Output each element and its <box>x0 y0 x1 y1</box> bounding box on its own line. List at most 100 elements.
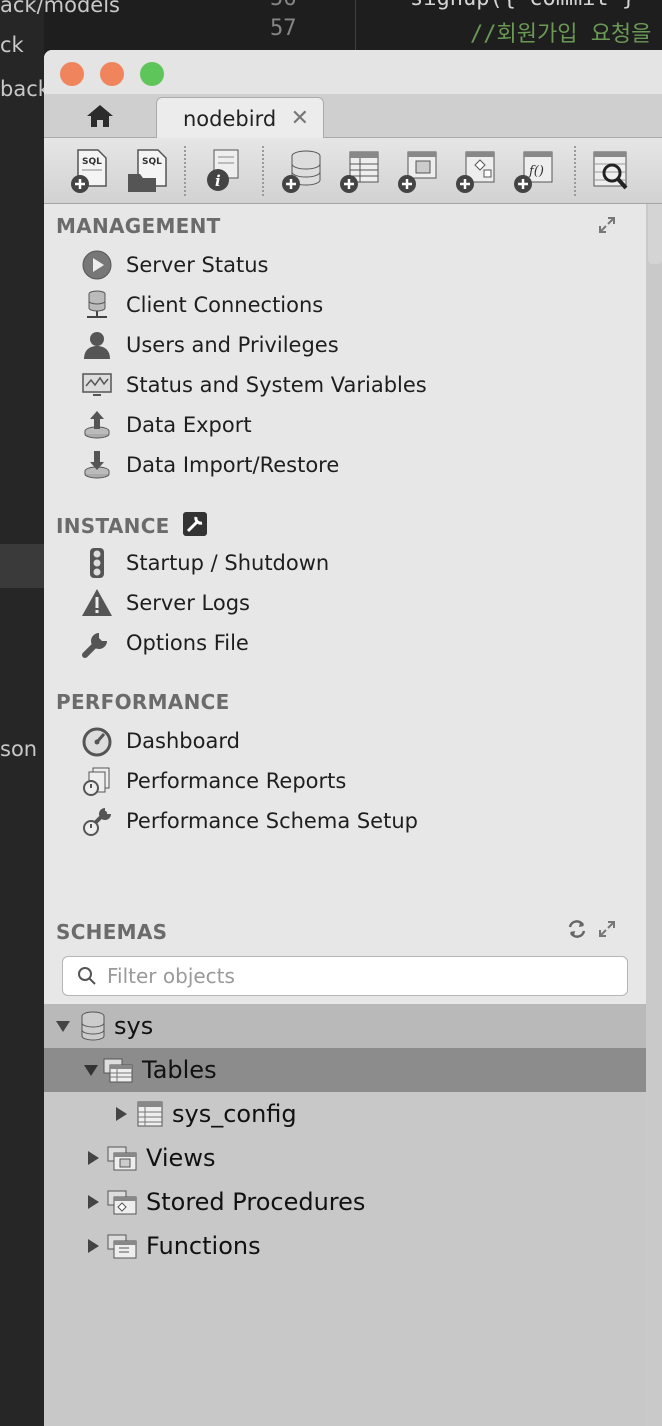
nav-label: Performance Schema Setup <box>126 809 418 833</box>
gauge-icon <box>82 727 112 757</box>
tree-label: sys <box>114 1012 154 1040</box>
explorer-highlight <box>0 544 44 588</box>
inspector-info-icon: i <box>207 149 239 191</box>
background-file-explorer: ack/models ck back/ son <box>0 0 120 1426</box>
tree-row-stored-procedures[interactable]: Stored Procedures <box>44 1180 646 1224</box>
filter-objects-box[interactable] <box>62 956 628 996</box>
procedures-folder-icon <box>107 1190 137 1215</box>
explorer-item[interactable]: son <box>0 730 37 768</box>
refresh-icon[interactable] <box>566 918 588 940</box>
nav-label: Status and System Variables <box>126 373 427 397</box>
nav-startup-shutdown[interactable]: Startup / Shutdown <box>80 544 329 582</box>
schema-tree: sys Tables sys_config Views Stored Proce <box>44 1004 646 1426</box>
line-number: 57 <box>270 16 297 41</box>
explorer-item[interactable]: ack/models <box>0 0 120 24</box>
close-tab-icon[interactable]: ✕ <box>291 106 309 131</box>
tree-label: Views <box>146 1144 216 1172</box>
nav-client-connections[interactable]: Client Connections <box>80 286 323 324</box>
inspector-button[interactable]: i <box>200 148 244 194</box>
zoom-window-button[interactable] <box>140 62 164 86</box>
nav-data-export[interactable]: Data Export <box>80 406 252 444</box>
nav-server-status[interactable]: Server Status <box>80 246 268 284</box>
instance-header: INSTANCE <box>56 512 207 538</box>
line-number: 56 <box>270 0 297 11</box>
search-table-data-icon <box>593 151 628 190</box>
monitor-graph-icon <box>82 373 112 396</box>
close-window-button[interactable] <box>60 62 84 86</box>
tree-label: Stored Procedures <box>146 1188 366 1216</box>
nav-label: Options File <box>126 631 249 655</box>
nav-label: Data Export <box>126 413 252 437</box>
traffic-light-icon <box>90 548 104 578</box>
explorer-item[interactable]: ck <box>0 26 24 64</box>
nav-server-logs[interactable]: Server Logs <box>80 584 250 622</box>
nav-status-variables[interactable]: Status and System Variables <box>80 366 427 404</box>
filter-objects-input[interactable] <box>107 964 607 988</box>
open-sql-file-icon: SQL <box>128 149 167 192</box>
search-table-data-button[interactable] <box>590 148 634 194</box>
create-schema-button[interactable] <box>280 148 324 194</box>
navigator-panel: MANAGEMENT Server Status Client Connecti… <box>44 204 646 1426</box>
nav-users-privileges[interactable]: Users and Privileges <box>80 326 339 364</box>
open-sql-file-button[interactable]: SQL <box>126 148 170 194</box>
tree-row-functions[interactable]: Functions <box>44 1224 646 1268</box>
tree-row-tables[interactable]: Tables <box>44 1048 646 1092</box>
nav-label: Users and Privileges <box>126 333 339 357</box>
nav-performance-reports[interactable]: Performance Reports <box>80 762 346 800</box>
collapsed-triangle-icon[interactable] <box>84 1193 102 1211</box>
tree-row-views[interactable]: Views <box>44 1136 646 1180</box>
performance-header: PERFORMANCE <box>56 690 230 714</box>
new-sql-tab-button[interactable]: SQL <box>68 148 112 194</box>
expanded-triangle-icon[interactable] <box>82 1061 100 1079</box>
tree-row-schema[interactable]: sys <box>44 1004 646 1048</box>
home-tab[interactable] <box>44 94 156 138</box>
nav-label: Server Status <box>126 253 269 277</box>
create-table-icon <box>340 151 379 193</box>
svg-text:SQL: SQL <box>142 157 162 167</box>
create-function-icon: f() <box>514 151 553 193</box>
nav-label: Data Import/Restore <box>126 453 340 477</box>
expanded-triangle-icon[interactable] <box>54 1017 72 1035</box>
instance-wrench-badge-icon[interactable] <box>182 512 207 536</box>
tree-label: Functions <box>146 1232 261 1260</box>
scrollbar[interactable] <box>648 204 662 264</box>
create-function-button[interactable]: f() <box>512 148 556 194</box>
expand-icon[interactable] <box>598 216 616 234</box>
tree-label: Tables <box>142 1056 217 1084</box>
nav-options-file[interactable]: Options File <box>80 624 249 662</box>
collapsed-triangle-icon[interactable] <box>112 1105 130 1123</box>
toolbar-separator <box>574 146 576 196</box>
create-procedure-button[interactable] <box>454 148 498 194</box>
code-comment: //회원가입 요청을 <box>470 22 652 47</box>
nav-label: Startup / Shutdown <box>126 551 330 575</box>
nav-label: Dashboard <box>126 729 240 753</box>
nav-label: Performance Reports <box>126 769 347 793</box>
database-icon <box>81 1011 105 1041</box>
workbench-window: nodebird ✕ SQL SQL i f() MANAGEMENT Serv… <box>44 50 662 1426</box>
tree-row-table[interactable]: sys_config <box>44 1092 646 1136</box>
create-procedure-icon <box>456 151 495 193</box>
nav-data-import[interactable]: Data Import/Restore <box>80 446 339 484</box>
create-view-button[interactable] <box>396 148 440 194</box>
create-view-icon <box>398 151 437 193</box>
new-sql-tab-icon: SQL <box>71 149 107 193</box>
title-bar[interactable] <box>44 50 662 94</box>
nav-dashboard[interactable]: Dashboard <box>80 722 240 760</box>
toolbar-separator <box>262 146 264 196</box>
expand-icon[interactable] <box>598 920 616 938</box>
stopwatch-wrench-icon <box>83 808 111 836</box>
nav-performance-schema-setup[interactable]: Performance Schema Setup <box>80 802 418 840</box>
collapsed-triangle-icon[interactable] <box>84 1149 102 1167</box>
user-silhouette-icon <box>84 332 110 359</box>
create-table-button[interactable] <box>338 148 382 194</box>
svg-text:f(): f() <box>528 164 544 179</box>
tab-label: nodebird <box>183 106 277 131</box>
minimize-window-button[interactable] <box>100 62 124 86</box>
instance-title: INSTANCE <box>56 514 170 538</box>
tab-nodebird[interactable]: nodebird ✕ <box>156 97 324 139</box>
code-line: signup({ commit } <box>410 0 635 11</box>
search-icon <box>78 967 96 985</box>
collapsed-triangle-icon[interactable] <box>84 1237 102 1255</box>
toolbar-separator <box>184 146 186 196</box>
toolbar: SQL SQL i f() <box>44 138 662 204</box>
